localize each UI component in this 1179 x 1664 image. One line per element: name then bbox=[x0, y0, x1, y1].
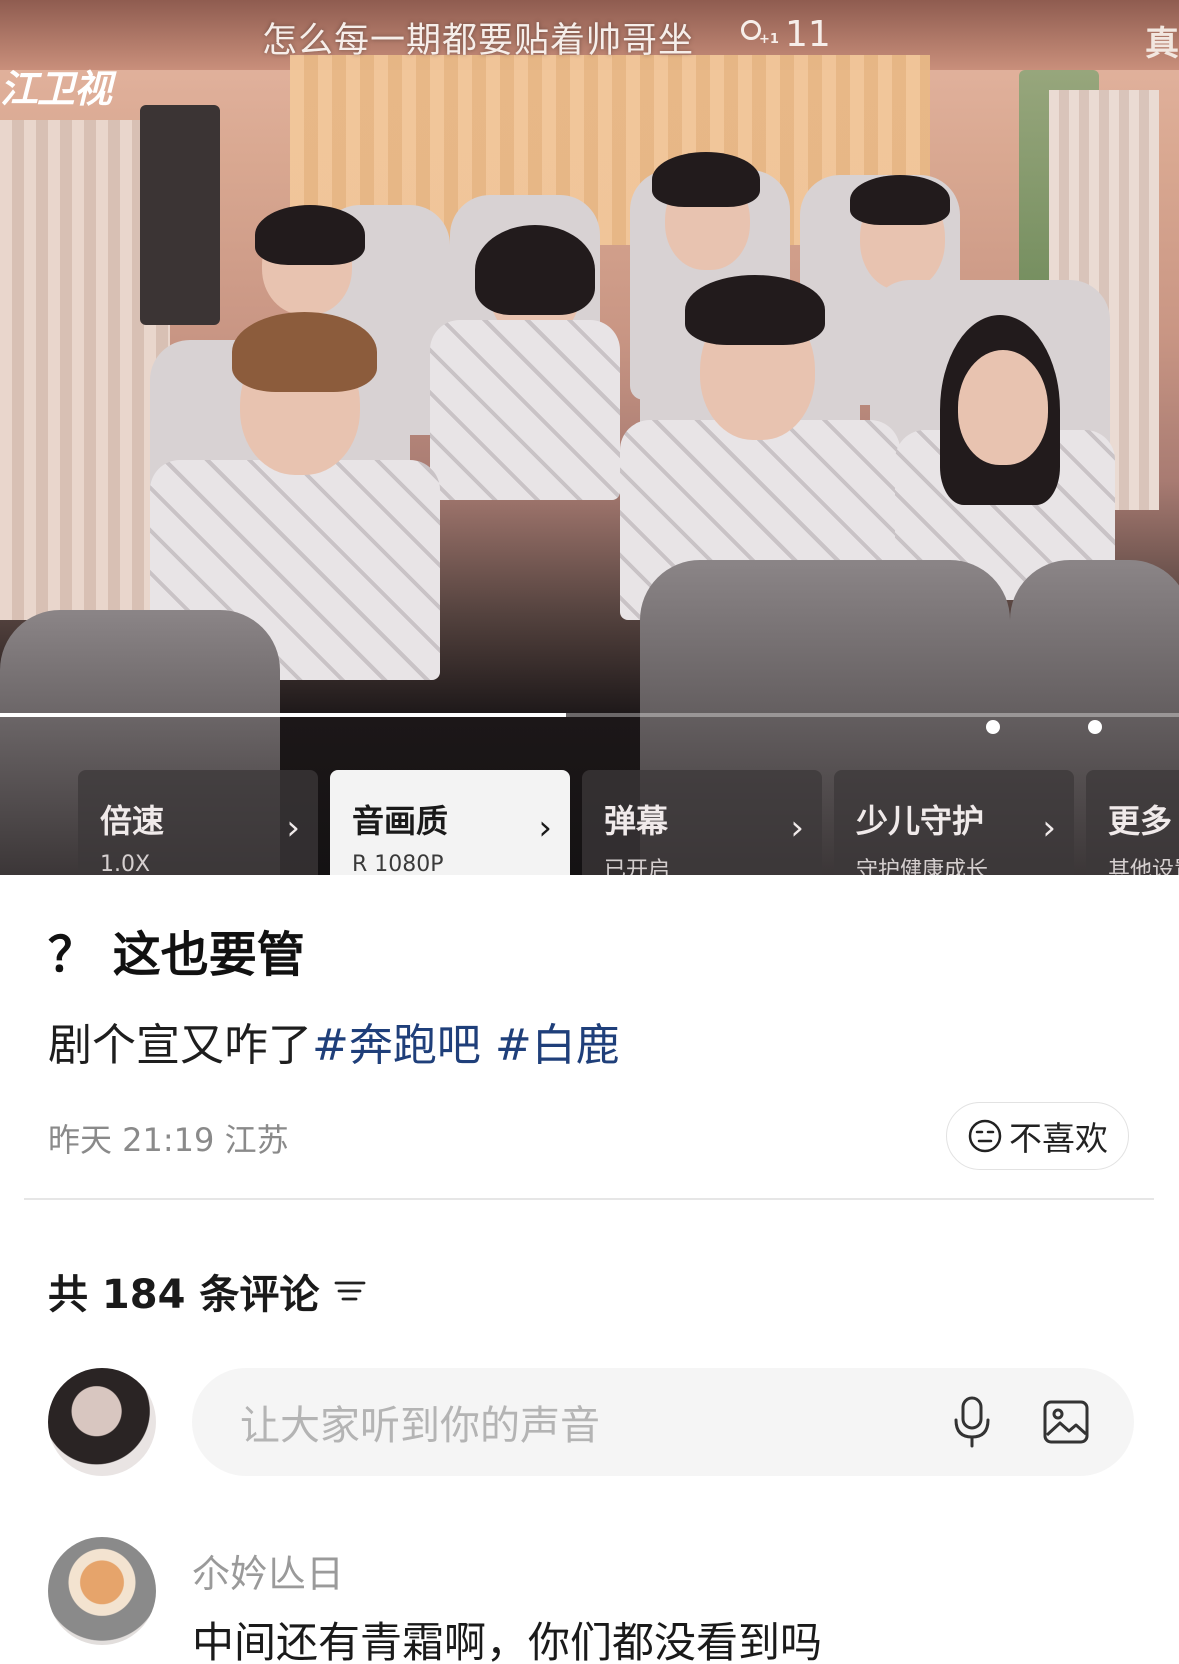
image-icon[interactable] bbox=[1042, 1399, 1090, 1445]
setting-more[interactable]: 更多 其他设置 bbox=[1086, 770, 1179, 875]
setting-label: 音画质 bbox=[352, 802, 449, 840]
setting-value: 其他设置 bbox=[1108, 858, 1179, 875]
video-scene-window bbox=[140, 105, 220, 325]
setting-value: 守护健康成长 bbox=[856, 858, 989, 875]
setting-label: 少儿守护 bbox=[856, 802, 985, 840]
setting-label: 弹幕 bbox=[604, 802, 669, 840]
chevron-right-icon: › bbox=[286, 808, 300, 848]
player-settings-row: 倍速 1.0X › 音画质 R 1080P › 弹幕 已开启 › 少儿守护 守护… bbox=[78, 770, 1179, 875]
divider bbox=[24, 1198, 1154, 1200]
hashtag-link[interactable]: #奔跑吧 bbox=[312, 1020, 481, 1071]
setting-speed[interactable]: 倍速 1.0X › bbox=[78, 770, 318, 875]
comment-count: 共 184 条评论 bbox=[48, 1272, 320, 1318]
sort-lines-icon[interactable] bbox=[333, 1276, 367, 1306]
post-time: 昨天 21:19 bbox=[48, 1121, 215, 1159]
video-scene-hair bbox=[475, 225, 595, 315]
post-body: 剧个宣又咋了#奔跑吧 #白鹿 bbox=[48, 1009, 620, 1073]
setting-value: 已开启 bbox=[604, 858, 671, 875]
video-scene-hair bbox=[685, 275, 825, 345]
comment-username[interactable]: 尒妗亾日 bbox=[192, 1543, 344, 1598]
user-plus-icon bbox=[735, 18, 779, 52]
setting-kids-guard[interactable]: 少儿守护 守护健康成长 › bbox=[834, 770, 1074, 875]
progress-fill bbox=[0, 713, 566, 717]
progress-marker[interactable] bbox=[1088, 720, 1102, 734]
video-scene-shirt bbox=[430, 320, 620, 500]
avatar[interactable] bbox=[48, 1368, 156, 1476]
channel-logo: 江卫视 bbox=[0, 67, 112, 111]
viewer-count-value: 11 bbox=[785, 14, 831, 55]
video-scene-hair bbox=[255, 205, 365, 265]
setting-quality[interactable]: 音画质 R 1080P › bbox=[330, 770, 570, 875]
progress-marker[interactable] bbox=[986, 720, 1000, 734]
viewer-count: 11 bbox=[735, 14, 831, 55]
hashtag-link[interactable]: #白鹿 bbox=[481, 1020, 620, 1071]
chevron-right-icon: › bbox=[538, 808, 552, 848]
video-overlay-title: 怎么每一期都要贴着帅哥坐 bbox=[262, 21, 695, 61]
video-player[interactable]: 怎么每一期都要贴着帅哥坐 11 真 江卫视 倍速 1.0X › 音画质 R 10… bbox=[0, 0, 1179, 875]
dislike-label: 不喜欢 bbox=[1009, 1119, 1108, 1158]
setting-value: 1.0X bbox=[100, 852, 151, 875]
video-corner-text: 真 bbox=[1145, 24, 1179, 64]
post-title: ？ 这也要管 bbox=[48, 927, 305, 983]
chevron-right-icon: › bbox=[790, 808, 804, 848]
avatar[interactable] bbox=[48, 1537, 156, 1645]
dislike-button[interactable]: 不喜欢 bbox=[946, 1102, 1129, 1170]
video-scene-hair bbox=[652, 152, 760, 207]
microphone-icon[interactable] bbox=[950, 1395, 994, 1449]
comment-text: 中间还有青霜啊，你们都没看到吗 bbox=[192, 1618, 823, 1664]
video-scene-hair bbox=[850, 175, 950, 225]
neutral-face-icon bbox=[968, 1119, 1002, 1153]
comment-count-header[interactable]: 共 184 条评论 bbox=[48, 1262, 367, 1320]
setting-label: 更多 bbox=[1108, 802, 1173, 840]
video-scene-hair bbox=[232, 312, 377, 392]
setting-label: 倍速 bbox=[100, 802, 165, 840]
setting-value: R 1080P bbox=[352, 852, 444, 875]
post-meta: 昨天 21:19 江苏 bbox=[48, 1115, 289, 1161]
video-scene-person bbox=[958, 350, 1048, 465]
post-location: 江苏 bbox=[224, 1121, 289, 1159]
chevron-right-icon: › bbox=[1042, 808, 1056, 848]
post-body-text: 剧个宣又咋了 bbox=[48, 1020, 312, 1071]
comment-input-placeholder: 让大家听到你的声音 bbox=[240, 1403, 600, 1449]
setting-danmaku[interactable]: 弹幕 已开启 › bbox=[582, 770, 822, 875]
